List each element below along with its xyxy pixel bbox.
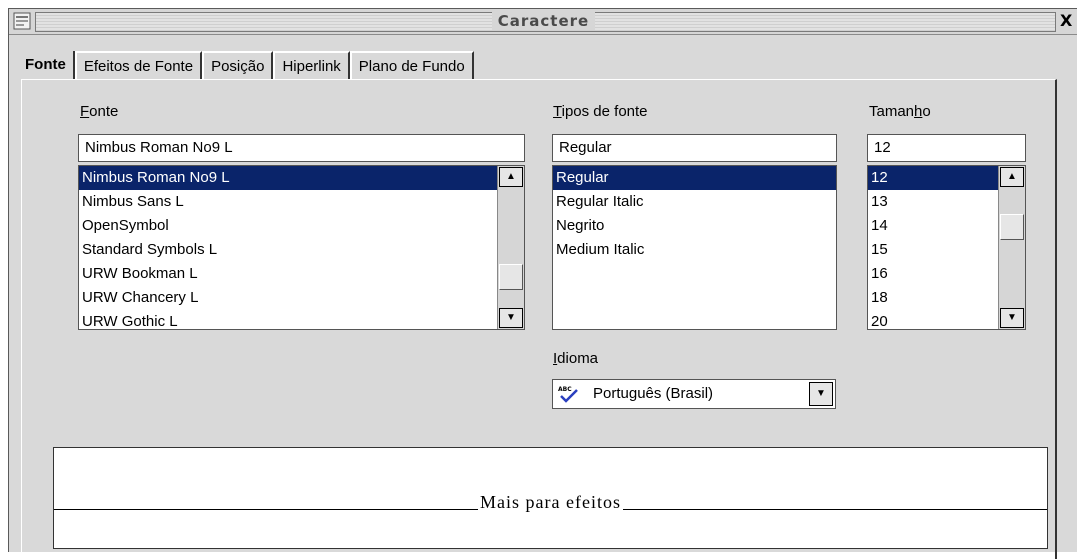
list-item[interactable]: Nimbus Sans L bbox=[79, 190, 497, 214]
language-value: Português (Brasil) bbox=[593, 385, 714, 402]
tab-efeitos-de-fonte[interactable]: Efeitos de Fonte bbox=[74, 51, 203, 79]
chevron-down-icon[interactable]: ▼ bbox=[809, 382, 833, 406]
font-name-input[interactable]: Nimbus Roman No9 L bbox=[78, 134, 525, 162]
list-item[interactable]: URW Chancery L bbox=[79, 286, 497, 310]
list-item[interactable]: Regular Italic bbox=[553, 190, 836, 214]
title-bar[interactable]: Caractere X bbox=[9, 9, 1077, 35]
list-item[interactable]: 14 bbox=[868, 214, 998, 238]
window-title: Caractere bbox=[491, 12, 596, 30]
list-item[interactable]: Medium Italic bbox=[553, 238, 836, 262]
list-item[interactable]: Negrito bbox=[553, 214, 836, 238]
language-select[interactable]: ABC Português (Brasil) ▼ bbox=[552, 379, 836, 409]
scroll-thumb[interactable] bbox=[499, 264, 523, 290]
language-label: Idioma bbox=[553, 350, 599, 367]
font-size-list[interactable]: 12 13 14 15 16 18 20 ▲ ▼ bbox=[867, 165, 1026, 330]
list-item[interactable]: Regular bbox=[553, 166, 836, 190]
list-item[interactable]: 18 bbox=[868, 286, 998, 310]
font-size-input[interactable]: 12 bbox=[867, 134, 1026, 162]
font-style-label: Tipos de fonte bbox=[553, 103, 648, 120]
list-item[interactable]: Nimbus Roman No9 L bbox=[79, 166, 497, 190]
font-style-input[interactable]: Regular bbox=[552, 134, 837, 162]
scroll-up-arrow-icon[interactable]: ▲ bbox=[1000, 167, 1024, 187]
list-item[interactable]: URW Gothic L bbox=[79, 310, 497, 329]
tab-hiperlink[interactable]: Hiperlink bbox=[273, 51, 350, 79]
font-label: Fonte bbox=[80, 103, 119, 120]
tab-bar: Fonte Efeitos de Fonte Posição Hiperlink… bbox=[21, 51, 474, 79]
list-item[interactable]: Standard Symbols L bbox=[79, 238, 497, 262]
scroll-down-arrow-icon[interactable]: ▼ bbox=[499, 308, 523, 328]
preview-text: Mais para efeitos bbox=[478, 492, 623, 512]
font-style-list[interactable]: Regular Regular Italic Negrito Medium It… bbox=[552, 165, 837, 330]
scroll-up-arrow-icon[interactable]: ▲ bbox=[499, 167, 523, 187]
font-list[interactable]: Nimbus Roman No9 L Nimbus Sans L OpenSym… bbox=[78, 165, 525, 330]
tab-posicao[interactable]: Posição bbox=[202, 51, 274, 79]
scroll-down-arrow-icon[interactable]: ▼ bbox=[1000, 308, 1024, 328]
tab-fonte[interactable]: Fonte bbox=[21, 51, 75, 79]
scroll-thumb[interactable] bbox=[1000, 214, 1024, 240]
close-icon[interactable]: X bbox=[1060, 11, 1077, 31]
list-item[interactable]: OpenSymbol bbox=[79, 214, 497, 238]
tab-plano-de-fundo[interactable]: Plano de Fundo bbox=[349, 51, 474, 79]
list-item[interactable]: URW Bookman L bbox=[79, 262, 497, 286]
list-item[interactable]: 16 bbox=[868, 262, 998, 286]
font-size-list-scrollbar[interactable]: ▲ ▼ bbox=[998, 166, 1025, 329]
font-list-scrollbar[interactable]: ▲ ▼ bbox=[497, 166, 524, 329]
list-item[interactable]: 20 bbox=[868, 310, 998, 329]
spellcheck-abc-icon: ABC bbox=[558, 386, 578, 403]
list-item[interactable]: 13 bbox=[868, 190, 998, 214]
font-preview: Mais para efeitos bbox=[53, 447, 1048, 549]
list-item[interactable]: 15 bbox=[868, 238, 998, 262]
svg-text:ABC: ABC bbox=[558, 386, 572, 393]
font-size-label: Tamanho bbox=[869, 103, 931, 120]
list-item[interactable]: 12 bbox=[868, 166, 998, 190]
